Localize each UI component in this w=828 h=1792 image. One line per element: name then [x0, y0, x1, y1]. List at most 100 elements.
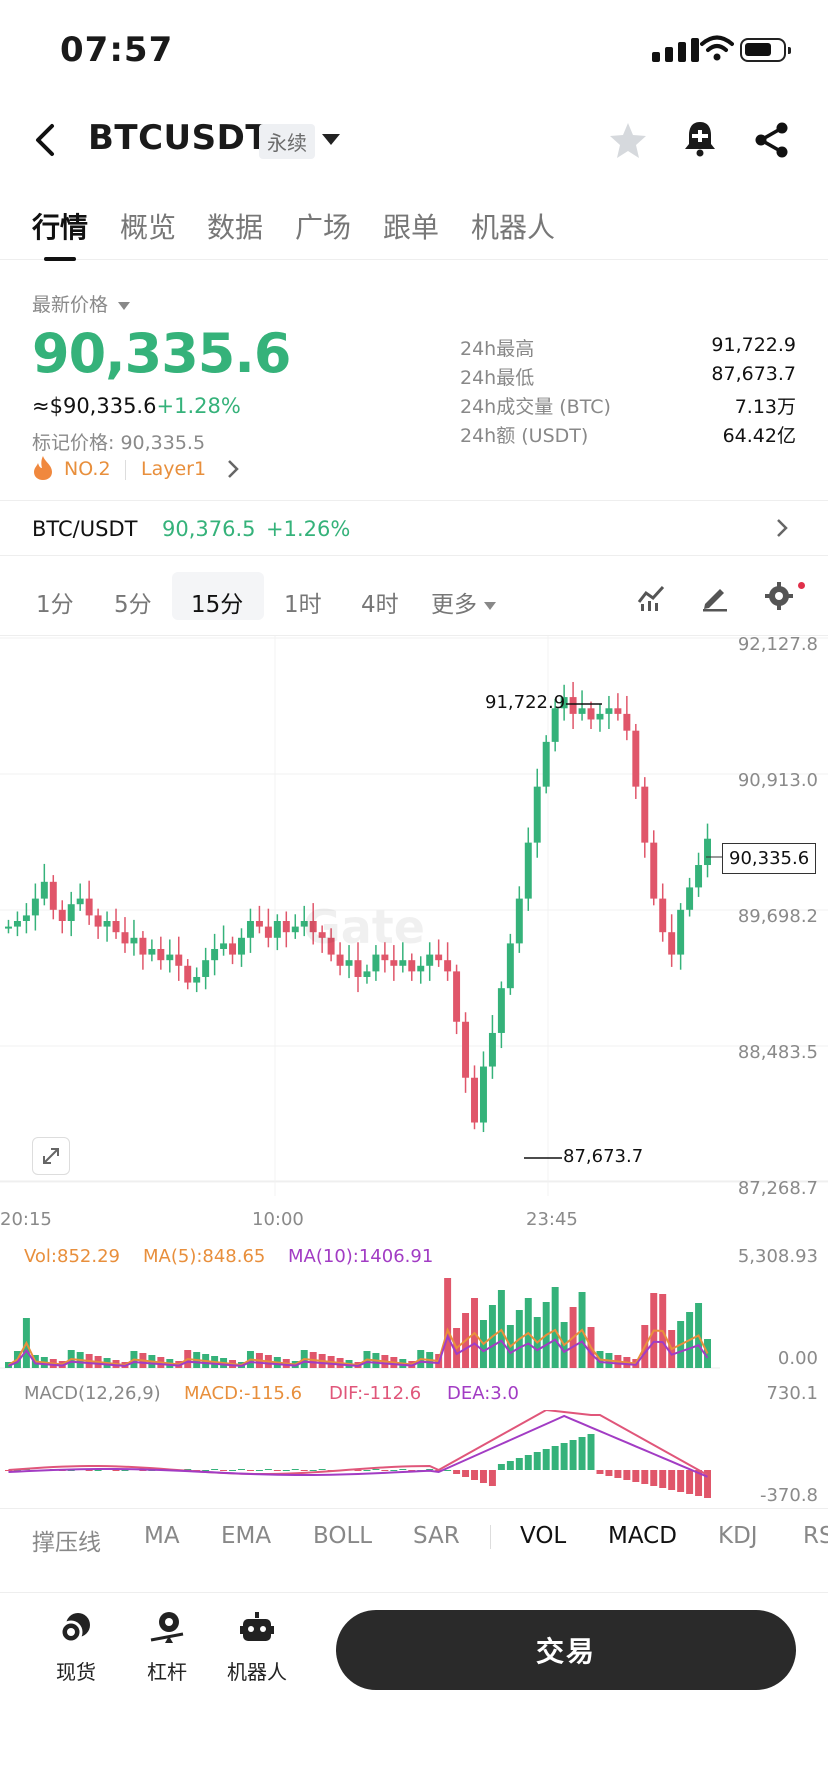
macd-histogram-bar: [542, 1449, 550, 1470]
macd-dif-line: [8, 1410, 709, 1476]
macd-histogram-bar: [560, 1443, 568, 1470]
pair-title[interactable]: BTCUSDT: [88, 118, 269, 158]
indicator-support-resistance[interactable]: 撑压线: [32, 1523, 101, 1557]
macd-dif: DIF:-112.6: [329, 1383, 422, 1404]
indicator-sar[interactable]: SAR: [413, 1523, 460, 1549]
macd-histogram-bar: [399, 1469, 407, 1470]
timeframe-4h[interactable]: 4时: [361, 585, 399, 619]
candle-body: [229, 943, 237, 955]
candle-body: [641, 786, 649, 843]
candle-body: [569, 697, 577, 714]
draw-pen-icon[interactable]: [700, 582, 730, 612]
x-tick: 10:00: [252, 1209, 304, 1230]
timeframe-more-label: 更多: [431, 592, 477, 618]
macd-histogram-bar: [686, 1470, 694, 1494]
stat-value: 91,722.9: [711, 334, 796, 356]
indicator-rsi[interactable]: RS: [803, 1523, 828, 1549]
stat-low: 24h最低 87,673.7: [460, 363, 796, 390]
share-icon[interactable]: [752, 120, 792, 160]
candle-body: [497, 988, 505, 1033]
mark-price: 标记价格: 90,335.5: [32, 432, 206, 454]
macd-histogram-bar: [282, 1470, 290, 1471]
nav-margin[interactable]: 杠杆: [122, 1610, 212, 1685]
nav-spot[interactable]: 现货: [31, 1610, 121, 1685]
current-price-marker: 90,335.6: [722, 843, 817, 874]
macd-histogram-bar: [318, 1469, 326, 1470]
usd-price: ≈$90,335.6: [32, 394, 157, 418]
macd-histogram-bar: [497, 1464, 505, 1470]
tab-copy-trading[interactable]: 跟单: [383, 206, 439, 246]
candle-body: [22, 915, 30, 921]
macd-histogram-bar: [300, 1470, 308, 1471]
caret-down-icon: [118, 301, 131, 310]
chevron-right-icon[interactable]: [226, 458, 240, 480]
macd-axis-top: 730.1: [766, 1383, 818, 1404]
candle-body: [453, 971, 461, 1022]
divider: [125, 460, 126, 480]
candle-body: [76, 898, 84, 905]
candle-body: [479, 1066, 487, 1123]
vol-label: Vol:852.29: [24, 1246, 120, 1267]
candle-body: [184, 965, 192, 983]
macd-histogram-bar: [479, 1470, 487, 1483]
macd-histogram-bar: [596, 1470, 604, 1474]
macd-histogram-bar: [632, 1470, 640, 1482]
nav-bots-label: 机器人: [227, 1660, 287, 1684]
macd-histogram-bar: [453, 1470, 461, 1474]
candle-body: [94, 915, 102, 927]
latest-price-label[interactable]: 最新价格: [32, 290, 131, 317]
nav-bots[interactable]: 机器人: [212, 1610, 302, 1685]
chart-settings-gear-icon[interactable]: [764, 581, 794, 611]
favorite-star-icon[interactable]: [608, 120, 648, 160]
macd-histogram-bar: [211, 1469, 219, 1470]
indicator-kdj[interactable]: KDJ: [718, 1523, 758, 1549]
indicator-vol[interactable]: VOL: [520, 1523, 566, 1549]
timeframe-15m[interactable]: 15分: [191, 585, 243, 619]
candle-body: [435, 954, 443, 961]
indicator-chart-icon[interactable]: [636, 582, 666, 612]
tab-bots[interactable]: 机器人: [471, 206, 555, 246]
indicator-macd[interactable]: MACD: [608, 1523, 677, 1549]
candle-body: [515, 898, 523, 944]
spot-pair-row[interactable]: BTC/USDT 90,376.5 +1.26%: [0, 500, 828, 556]
candle-body: [139, 937, 147, 955]
candle-body: [695, 865, 703, 888]
spot-change: +1.26%: [266, 517, 351, 541]
tab-data[interactable]: 数据: [207, 206, 263, 246]
timeframe-5m[interactable]: 5分: [114, 585, 152, 619]
timeframe-1h[interactable]: 1时: [284, 585, 322, 619]
macd-histogram-bar: [112, 1470, 120, 1471]
wifi-icon: [700, 35, 734, 61]
macd-histogram-bar: [309, 1470, 317, 1471]
candle-body: [85, 898, 93, 916]
macd-histogram-bar: [291, 1469, 299, 1470]
chevron-right-icon: [777, 519, 788, 537]
robot-icon: [240, 1612, 274, 1641]
back-arrow-icon[interactable]: [30, 120, 60, 160]
candle-body: [255, 920, 263, 927]
price-alert-bell-icon[interactable]: [680, 118, 720, 158]
category-badge[interactable]: Layer1: [141, 458, 206, 480]
tab-square[interactable]: 广场: [295, 206, 351, 246]
tab-market[interactable]: 行情: [32, 206, 88, 246]
pair-dropdown-icon[interactable]: [322, 134, 340, 145]
trade-button[interactable]: 交易: [336, 1610, 796, 1690]
macd-histogram-bar: [659, 1470, 667, 1488]
main-tabs: 行情 概览 数据 广场 跟单 机器人: [0, 200, 828, 260]
candle-body: [471, 1077, 478, 1123]
candle-body: [282, 920, 290, 933]
macd-histogram-bar: [569, 1440, 577, 1470]
y-tick: 90,913.0: [737, 770, 818, 791]
timeframe-more[interactable]: 更多: [431, 585, 497, 619]
vol-axis-top: 5,308.93: [737, 1246, 818, 1267]
candle-body: [390, 960, 398, 966]
indicator-ema[interactable]: EMA: [221, 1523, 271, 1549]
timeframe-1m[interactable]: 1分: [36, 585, 74, 619]
indicator-ma[interactable]: MA: [144, 1523, 180, 1549]
candle-body: [632, 730, 640, 787]
tab-overview[interactable]: 概览: [120, 206, 176, 246]
indicator-boll[interactable]: BOLL: [313, 1523, 372, 1549]
fullscreen-button[interactable]: [32, 1137, 70, 1175]
x-tick: 23:45: [526, 1209, 578, 1230]
macd-histogram-bar: [578, 1437, 586, 1470]
